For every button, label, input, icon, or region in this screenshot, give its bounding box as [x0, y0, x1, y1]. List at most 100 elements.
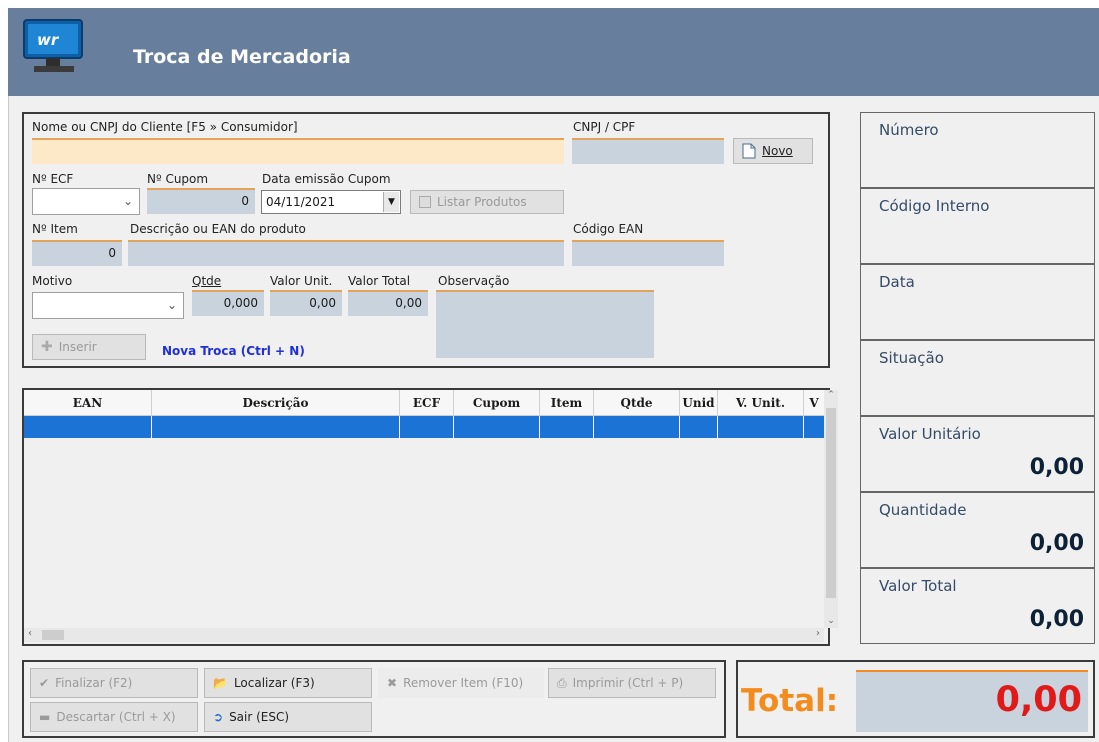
valor-unit-field: 0,00	[270, 290, 342, 316]
data-box: Data	[860, 264, 1095, 340]
col-item[interactable]: Item	[540, 390, 594, 415]
close-icon: ✖	[387, 676, 398, 690]
data-emissao-picker[interactable]: 04/11/2021 ▼	[261, 190, 401, 214]
observacao-label: Observação	[438, 274, 510, 288]
qtde-field: 0,000	[192, 290, 264, 316]
valor-total-label: Valor Total	[348, 274, 411, 288]
total-value-field: 0,00	[856, 670, 1088, 732]
plus-icon: ✚	[41, 339, 53, 355]
cupom-label: Nº Cupom	[147, 172, 209, 186]
descricao-label: Descrição ou EAN do produto	[130, 222, 306, 236]
ecf-label: Nº ECF	[32, 172, 74, 186]
col-descricao[interactable]: Descrição	[152, 390, 400, 415]
valor-unit-label: Valor Unit.	[270, 274, 333, 288]
col-vtotal[interactable]: V	[804, 390, 824, 415]
scroll-thumb[interactable]	[826, 408, 836, 598]
data-label: Data	[879, 273, 915, 291]
list-icon	[419, 196, 431, 208]
valor-total-field: 0,00	[348, 290, 428, 316]
quantidade-label: Quantidade	[879, 501, 967, 519]
finalizar-label: Finalizar (F2)	[55, 676, 133, 690]
scroll-left-icon[interactable]: ‹	[28, 628, 32, 639]
valor-total-side-value: 0,00	[1029, 607, 1084, 632]
descricao-input[interactable]	[128, 240, 564, 266]
quantidade-box: Quantidade 0,00	[860, 492, 1095, 568]
situacao-label: Situação	[879, 349, 944, 367]
col-ean[interactable]: EAN	[24, 390, 152, 415]
quantidade-value: 0,00	[1029, 531, 1084, 556]
total-label: Total:	[741, 683, 839, 719]
inserir-button[interactable]: ✚ Inserir	[32, 334, 146, 360]
scroll-right-icon[interactable]: ›	[816, 628, 820, 639]
calendar-dropdown-icon[interactable]: ▼	[383, 192, 399, 212]
app-logo-icon: wr	[23, 19, 83, 72]
observacao-input[interactable]	[436, 290, 654, 358]
item-label: Nº Item	[32, 222, 78, 236]
numero-label: Número	[879, 121, 939, 139]
sair-label: Sair (ESC)	[229, 710, 290, 724]
data-emissao-value: 04/11/2021	[266, 195, 336, 209]
cnpj-field	[572, 138, 724, 164]
nova-troca-link[interactable]: Nova Troca (Ctrl + N)	[162, 344, 305, 358]
valor-unitario-value: 0,00	[1029, 455, 1084, 480]
finalizar-button[interactable]: ✔ Finalizar (F2)	[30, 668, 198, 698]
imprimir-label: Imprimir (Ctrl + P)	[572, 676, 684, 690]
total-value: 0,00	[995, 680, 1082, 720]
ean-label: Código EAN	[573, 222, 644, 236]
exit-icon: ➲	[213, 710, 224, 724]
title-bar: wr Troca de Mercadoria	[8, 8, 1099, 96]
grid-header: EAN Descrição ECF Cupom Item Qtde Unid V…	[24, 390, 824, 416]
ean-field	[572, 240, 724, 266]
remover-label: Remover Item (F10)	[403, 676, 524, 690]
motivo-label: Motivo	[32, 274, 73, 288]
codigo-interno-box: Código Interno	[860, 188, 1095, 264]
cliente-label: Nome ou CNPJ do Cliente [F5 » Consumidor…	[32, 120, 298, 134]
col-qtde[interactable]: Qtde	[594, 390, 680, 415]
col-vunit[interactable]: V. Unit.	[718, 390, 804, 415]
chevron-down-icon: ⌄	[122, 194, 133, 208]
minus-icon: ▬	[39, 710, 51, 724]
cnpj-label: CNPJ / CPF	[573, 120, 636, 134]
col-cupom[interactable]: Cupom	[454, 390, 540, 415]
novo-button[interactable]: Novo	[733, 138, 813, 164]
localizar-button[interactable]: 📂 Localizar (F3)	[204, 668, 372, 698]
remover-item-button[interactable]: ✖ Remover Item (F10)	[378, 668, 544, 698]
numero-box: Número	[860, 112, 1095, 188]
printer-icon: ⎙	[557, 675, 567, 690]
motivo-select[interactable]: ⌄	[32, 292, 184, 319]
sair-button[interactable]: ➲ Sair (ESC)	[204, 702, 372, 732]
cupom-field: 0	[147, 188, 255, 214]
localizar-label: Localizar (F3)	[233, 676, 315, 690]
inserir-label: Inserir	[58, 340, 97, 354]
novo-label: Novo	[762, 144, 793, 158]
valor-total-box: Valor Total 0,00	[860, 568, 1095, 644]
col-unid[interactable]: Unid	[680, 390, 718, 415]
new-document-icon	[742, 143, 756, 159]
horizontal-scrollbar[interactable]: ‹ ›	[24, 628, 824, 642]
vertical-scrollbar[interactable]: ⌃ ⌄	[824, 390, 838, 628]
ecf-select[interactable]: ⌄	[32, 188, 140, 215]
window-title: Troca de Mercadoria	[133, 46, 351, 68]
valor-total-side-label: Valor Total	[879, 577, 957, 595]
codigo-interno-label: Código Interno	[879, 197, 990, 215]
scroll-down-icon[interactable]: ⌄	[824, 616, 838, 626]
listar-produtos-button[interactable]: Listar Produtos	[410, 190, 564, 214]
folder-search-icon: 📂	[213, 676, 228, 690]
imprimir-button[interactable]: ⎙ Imprimir (Ctrl + P)	[548, 668, 716, 698]
valor-unitario-label: Valor Unitário	[879, 425, 981, 443]
listar-produtos-label: Listar Produtos	[437, 195, 527, 209]
hscroll-thumb[interactable]	[42, 630, 64, 640]
data-emissao-label: Data emissão Cupom	[262, 172, 391, 186]
item-field: 0	[32, 240, 122, 266]
table-row[interactable]	[24, 416, 824, 438]
col-ecf[interactable]: ECF	[400, 390, 454, 415]
scroll-up-icon[interactable]: ⌃	[824, 390, 838, 400]
cliente-input[interactable]	[32, 138, 564, 164]
check-icon: ✔	[39, 676, 50, 690]
situacao-box: Situação	[860, 340, 1095, 416]
descartar-button[interactable]: ▬ Descartar (Ctrl + X)	[30, 702, 198, 732]
chevron-down-icon: ⌄	[166, 298, 177, 312]
valor-unitario-box: Valor Unitário 0,00	[860, 416, 1095, 492]
descartar-label: Descartar (Ctrl + X)	[56, 710, 176, 724]
qtde-label: Qtde	[192, 274, 222, 288]
